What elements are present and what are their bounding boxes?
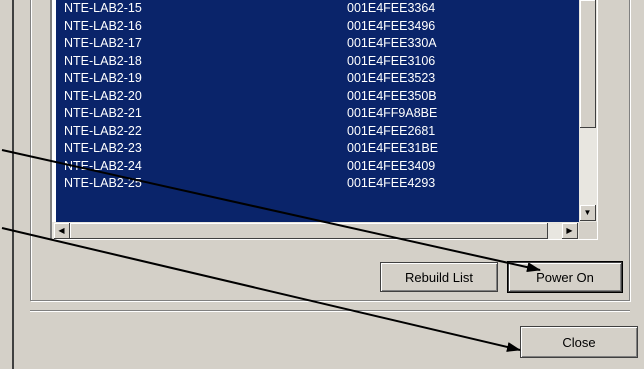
vertical-scroll-thumb[interactable] (580, 0, 596, 128)
device-mac: 001E4FEE3364 (347, 1, 436, 15)
device-row[interactable]: NTE-LAB2-17 001E4FEE330A (56, 35, 580, 51)
device-name: NTE-LAB2-24 (64, 158, 142, 173)
device-mac: 001E4FEE4293 (347, 176, 436, 190)
device-mac: 001E4FEE3496 (347, 18, 436, 33)
device-mac: 001E4FEE3523 (347, 71, 436, 85)
scroll-right-icon[interactable]: ▶ (562, 223, 578, 239)
device-name: NTE-LAB2-21 (64, 106, 142, 120)
device-row[interactable]: NTE-LAB2-18 001E4FEE3106 (56, 53, 580, 69)
power-on-button[interactable]: Power On (507, 261, 623, 293)
horizontal-scrollbar[interactable]: ◀ ▶ (52, 222, 580, 239)
device-name: NTE-LAB2-17 (64, 36, 142, 50)
scroll-left-icon[interactable]: ◀ (54, 223, 70, 239)
device-row[interactable]: NTE-LAB2-20 001E4FEE350B (56, 88, 580, 104)
device-name: NTE-LAB2-18 (64, 53, 142, 68)
device-name: NTE-LAB2-23 (64, 141, 142, 155)
device-mac: 001E4FEE3409 (347, 158, 436, 173)
rebuild-list-button[interactable]: Rebuild List (380, 262, 498, 292)
close-button[interactable]: Close (520, 326, 638, 358)
device-mac: 001E4FEE350B (347, 88, 437, 103)
device-name: NTE-LAB2-22 (64, 123, 142, 138)
device-name: NTE-LAB2-20 (64, 88, 142, 103)
device-row[interactable]: NTE-LAB2-24 001E4FEE3409 (56, 158, 580, 174)
device-mac: 001E4FEE330A (347, 36, 437, 50)
horizontal-scroll-thumb[interactable] (70, 223, 548, 239)
device-name: NTE-LAB2-15 (64, 1, 142, 15)
device-row[interactable]: NTE-LAB2-23 001E4FEE31BE (56, 140, 580, 156)
device-mac: 001E4FEE31BE (347, 141, 439, 155)
device-row[interactable]: NTE-LAB2-22 001E4FEE2681 (56, 123, 580, 139)
device-mac: 001E4FEE2681 (347, 123, 436, 138)
device-mac: 001E4FEE3106 (347, 53, 436, 68)
scrollbar-corner (579, 222, 597, 239)
device-name: NTE-LAB2-16 (64, 18, 142, 33)
device-row[interactable]: NTE-LAB2-16 001E4FEE3496 (56, 18, 580, 34)
device-listview[interactable]: NTE-LAB2-15 001E4FEE3364 NTE-LAB2-16 001E4F… (50, 0, 598, 240)
device-row[interactable]: NTE-LAB2-19 001E4FEE3523 (56, 70, 580, 86)
device-row[interactable]: NTE-LAB2-15 001E4FEE3364 (56, 0, 580, 16)
device-row[interactable]: NTE-LAB2-21 001E4FF9A8BE (56, 105, 580, 121)
device-name: NTE-LAB2-19 (64, 71, 142, 85)
device-list-body[interactable]: NTE-LAB2-15 001E4FEE3364 NTE-LAB2-16 001E4F… (56, 0, 580, 222)
device-row[interactable]: NTE-LAB2-25 001E4FEE4293 (56, 175, 580, 191)
device-mac: 001E4FF9A8BE (347, 106, 438, 120)
scroll-down-icon[interactable]: ▼ (580, 205, 596, 221)
device-name: NTE-LAB2-25 (64, 176, 142, 190)
vertical-scrollbar[interactable]: ▼ (579, 0, 597, 222)
button-separator (30, 310, 630, 312)
